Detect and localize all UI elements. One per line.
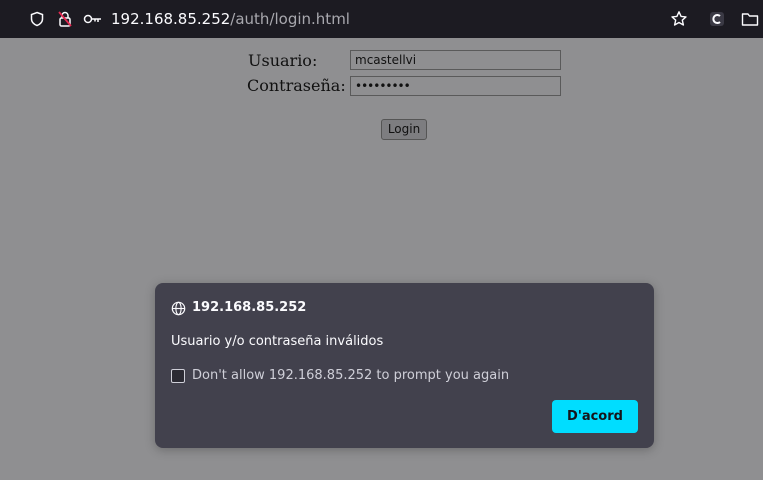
shield-icon[interactable] — [27, 9, 47, 29]
folder-icon[interactable] — [740, 9, 760, 29]
globe-icon — [171, 301, 186, 316]
login-button[interactable]: Login — [381, 119, 427, 140]
insecure-lock-icon[interactable] — [55, 9, 75, 29]
extension-icon[interactable] — [707, 9, 727, 29]
ok-button[interactable]: D'acord — [552, 400, 638, 433]
star-icon[interactable] — [669, 9, 689, 29]
address-bar[interactable]: 192.168.85.252/auth/login.html — [111, 9, 350, 29]
dont-allow-label[interactable]: Don't allow 192.168.85.252 to prompt you… — [192, 367, 509, 385]
browser-toolbar: 192.168.85.252/auth/login.html — [0, 0, 763, 38]
dialog-origin: 192.168.85.252 — [192, 300, 307, 315]
username-label: Usuario: — [248, 51, 318, 70]
dont-allow-checkbox[interactable] — [171, 369, 185, 383]
dont-allow-checkbox-row[interactable]: Don't allow 192.168.85.252 to prompt you… — [171, 367, 509, 385]
username-field[interactable] — [350, 50, 561, 70]
password-field[interactable] — [350, 76, 561, 96]
dialog-title: 192.168.85.252 — [171, 299, 306, 317]
url-host: 192.168.85.252 — [111, 10, 231, 28]
dialog-message: Usuario y/o contraseña inválidos — [171, 334, 384, 349]
prompt-dialog: 192.168.85.252 Usuario y/o contraseña in… — [155, 283, 654, 448]
url-path: /auth/login.html — [230, 10, 350, 28]
password-label: Contraseña: — [247, 76, 346, 95]
key-icon[interactable] — [83, 9, 103, 29]
